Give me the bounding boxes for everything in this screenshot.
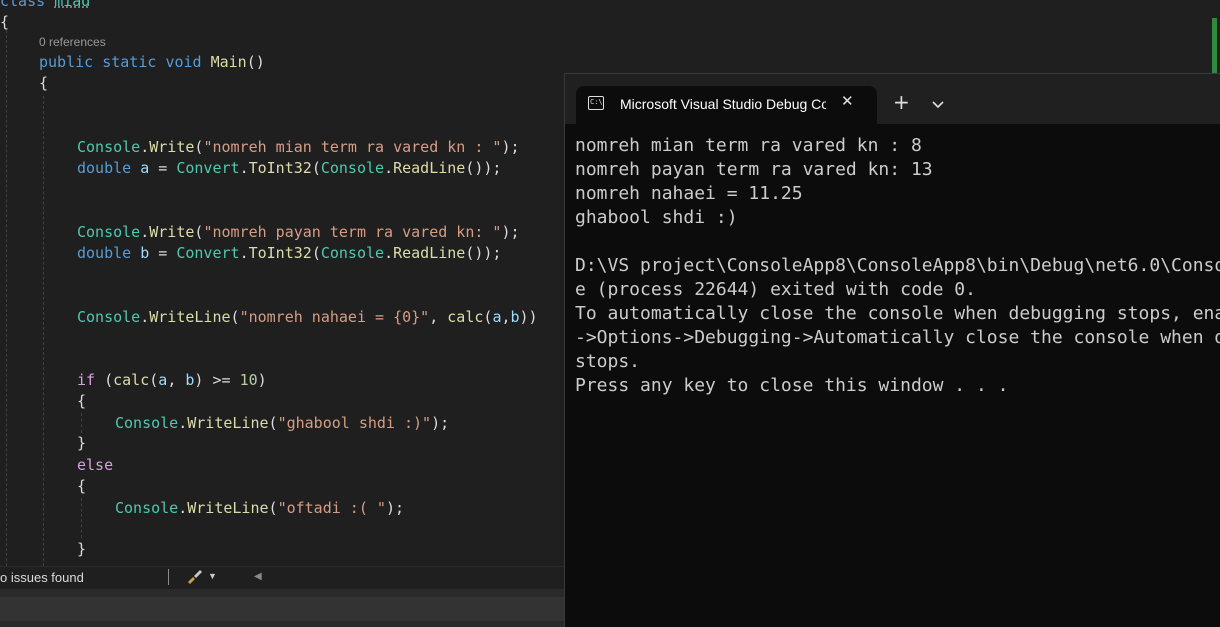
status-divider bbox=[168, 569, 169, 585]
issues-status[interactable]: o issues found bbox=[0, 570, 84, 585]
code-line: Console.WriteLine("oftadi :( "); bbox=[115, 499, 404, 517]
tab-title: Microsoft Visual Studio Debug Console bbox=[620, 96, 826, 112]
console-line: ghabool shdi :) bbox=[575, 207, 738, 228]
debug-console-window[interactable]: C:\ Microsoft Visual Studio Debug Consol… bbox=[564, 73, 1220, 627]
title-bar[interactable]: C:\ Microsoft Visual Studio Debug Consol… bbox=[565, 74, 1220, 124]
close-icon[interactable]: ✕ bbox=[841, 92, 854, 110]
console-line: e (process 22644) exited with code 0. bbox=[575, 279, 976, 300]
scrollbar-change-marker[interactable] bbox=[1212, 18, 1217, 76]
code-line: class miad bbox=[0, 0, 91, 10]
console-line: ->Options->Debugging->Automatically clos… bbox=[575, 327, 1220, 348]
code-line: Console.Write("nomreh payan term ra vare… bbox=[77, 223, 520, 241]
terminal-icon: C:\ bbox=[588, 96, 604, 110]
console-line: Press any key to close this window . . . bbox=[575, 375, 1009, 396]
panel-header bbox=[0, 597, 566, 621]
code-line: { bbox=[0, 13, 10, 31]
indent-guide bbox=[43, 96, 44, 566]
indent-guide bbox=[6, 30, 7, 566]
lower-panel bbox=[0, 589, 566, 627]
code-line: } bbox=[77, 434, 87, 452]
chevron-down-icon[interactable] bbox=[932, 94, 944, 113]
console-line: D:\VS project\ConsoleApp8\ConsoleApp8\bi… bbox=[575, 255, 1220, 276]
chevron-down-icon[interactable]: ▼ bbox=[208, 571, 217, 581]
console-output[interactable]: nomreh mian term ra vared kn : 8 nomreh … bbox=[575, 134, 1220, 398]
console-line: stops. bbox=[575, 351, 641, 372]
code-line: Console.Write("nomreh mian term ra vared… bbox=[77, 138, 520, 156]
code-line: public static void Main() bbox=[39, 53, 265, 71]
scroll-left-arrow[interactable]: ◀ bbox=[254, 571, 262, 582]
code-line: { bbox=[77, 392, 87, 410]
code-line: } bbox=[77, 540, 87, 558]
console-line: nomreh nahaei = 11.25 bbox=[575, 183, 803, 204]
console-line: nomreh payan term ra vared kn: 13 bbox=[575, 159, 933, 180]
console-line: nomreh mian term ra vared kn : 8 bbox=[575, 135, 922, 156]
console-line: To automatically close the console when … bbox=[575, 303, 1220, 324]
code-line: if (calc(a, b) >= 10) bbox=[77, 371, 267, 389]
code-line: double b = Convert.ToInt32(Console.ReadL… bbox=[77, 244, 502, 262]
console-tab[interactable]: C:\ Microsoft Visual Studio Debug Consol… bbox=[576, 86, 877, 124]
paintbrush-icon[interactable] bbox=[186, 568, 204, 587]
new-tab-button[interactable]: + bbox=[893, 90, 910, 114]
references-codelens[interactable]: 0 references bbox=[39, 35, 106, 49]
code-line: else bbox=[77, 456, 114, 474]
indent-guide bbox=[81, 413, 82, 433]
code-line: { bbox=[77, 477, 87, 495]
editor-status-bar: o issues found ▼ ◀ bbox=[0, 566, 566, 589]
code-line: double a = Convert.ToInt32(Console.ReadL… bbox=[77, 159, 502, 177]
code-line: { bbox=[39, 74, 49, 92]
indent-guide bbox=[81, 498, 82, 538]
code-line: Console.WriteLine("ghabool shdi :)"); bbox=[115, 414, 450, 432]
code-line: Console.WriteLine("nomreh nahaei = {0}",… bbox=[77, 308, 538, 326]
